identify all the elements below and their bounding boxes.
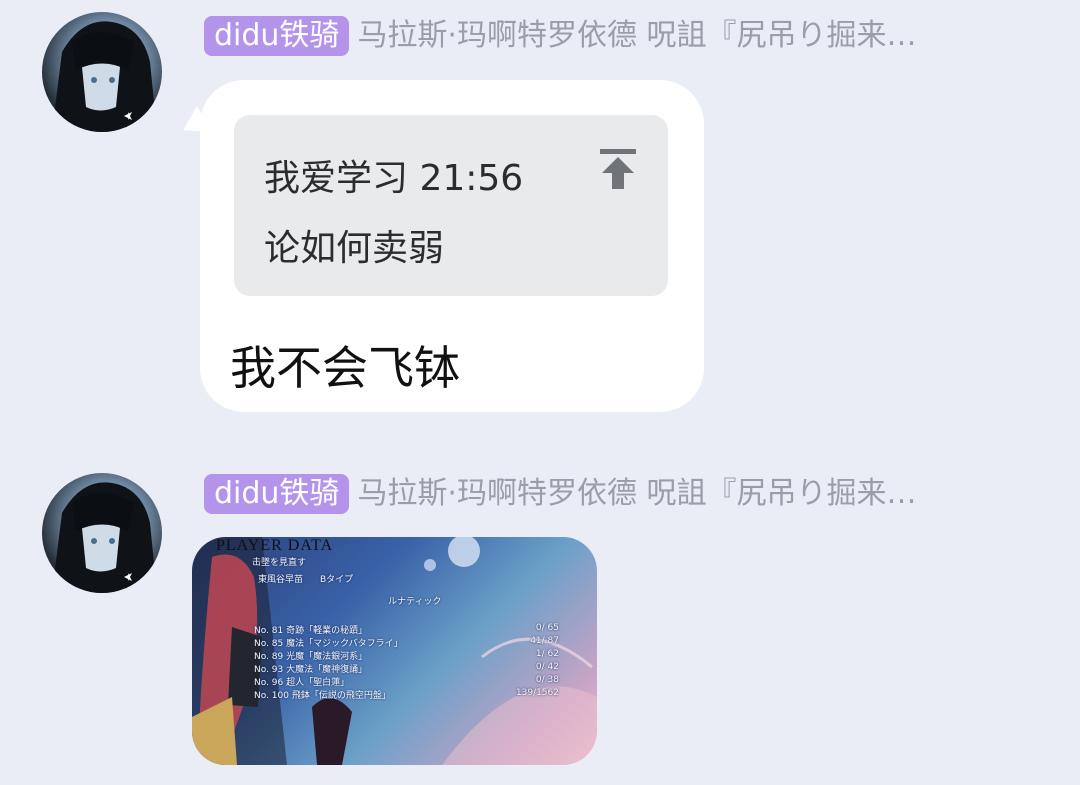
image-mode-left: 東風谷早苗 bbox=[258, 575, 304, 585]
image-row-score: 41/ 87 bbox=[530, 636, 559, 646]
image-row-score: 1/ 62 bbox=[535, 649, 559, 659]
image-row-label: No. 81 奇跡「軽業の秘蹟」 bbox=[254, 626, 368, 636]
chat-view: didu铁骑 马拉斯·玛啊特罗依德 呪詛『尻吊り掘来… 我爱学习 21:56 论… bbox=[0, 0, 1080, 785]
sender-tag[interactable]: didu铁骑 bbox=[204, 474, 350, 514]
image-row-label: No. 96 超人「聖白蓮」 bbox=[254, 678, 350, 688]
image-row-label: No. 85 魔法「マジックバタフライ」 bbox=[254, 639, 403, 649]
image-row-score: 0/ 65 bbox=[535, 623, 559, 633]
image-message[interactable]: PLAYER DATA 击墜を見直す 東風谷早苗 Bタイプ ルナティック No.… bbox=[192, 537, 597, 765]
image-level: ルナティック bbox=[388, 597, 442, 607]
sender-title: 马拉斯·玛啊特罗依德 呪詛『尻吊り掘来… bbox=[357, 476, 917, 511]
image-mode-right: Bタイプ bbox=[320, 575, 354, 585]
avatar[interactable] bbox=[42, 473, 162, 593]
image-row-label: No. 93 大魔法「魔神復誦」 bbox=[254, 665, 368, 675]
image-row-score: 0/ 38 bbox=[535, 675, 559, 685]
image-row-score: 139/1562 bbox=[515, 688, 559, 698]
message-2: didu铁骑 马拉斯·玛啊特罗依德 呪詛『尻吊り掘来… PLAYER DATA … bbox=[0, 0, 1080, 785]
image-row-label: No. 89 光魔「魔法銀河系」 bbox=[254, 652, 368, 662]
image-row-score: 0/ 42 bbox=[535, 662, 559, 672]
image-row-label: No. 100 飛鉢「伝説の飛空円盤」 bbox=[254, 691, 391, 701]
image-header: PLAYER DATA bbox=[216, 537, 334, 554]
image-subheader: 击墜を見直す bbox=[252, 558, 307, 568]
sender-line: didu铁骑 马拉斯·玛啊特罗依德 呪詛『尻吊り掘来… bbox=[204, 472, 917, 516]
